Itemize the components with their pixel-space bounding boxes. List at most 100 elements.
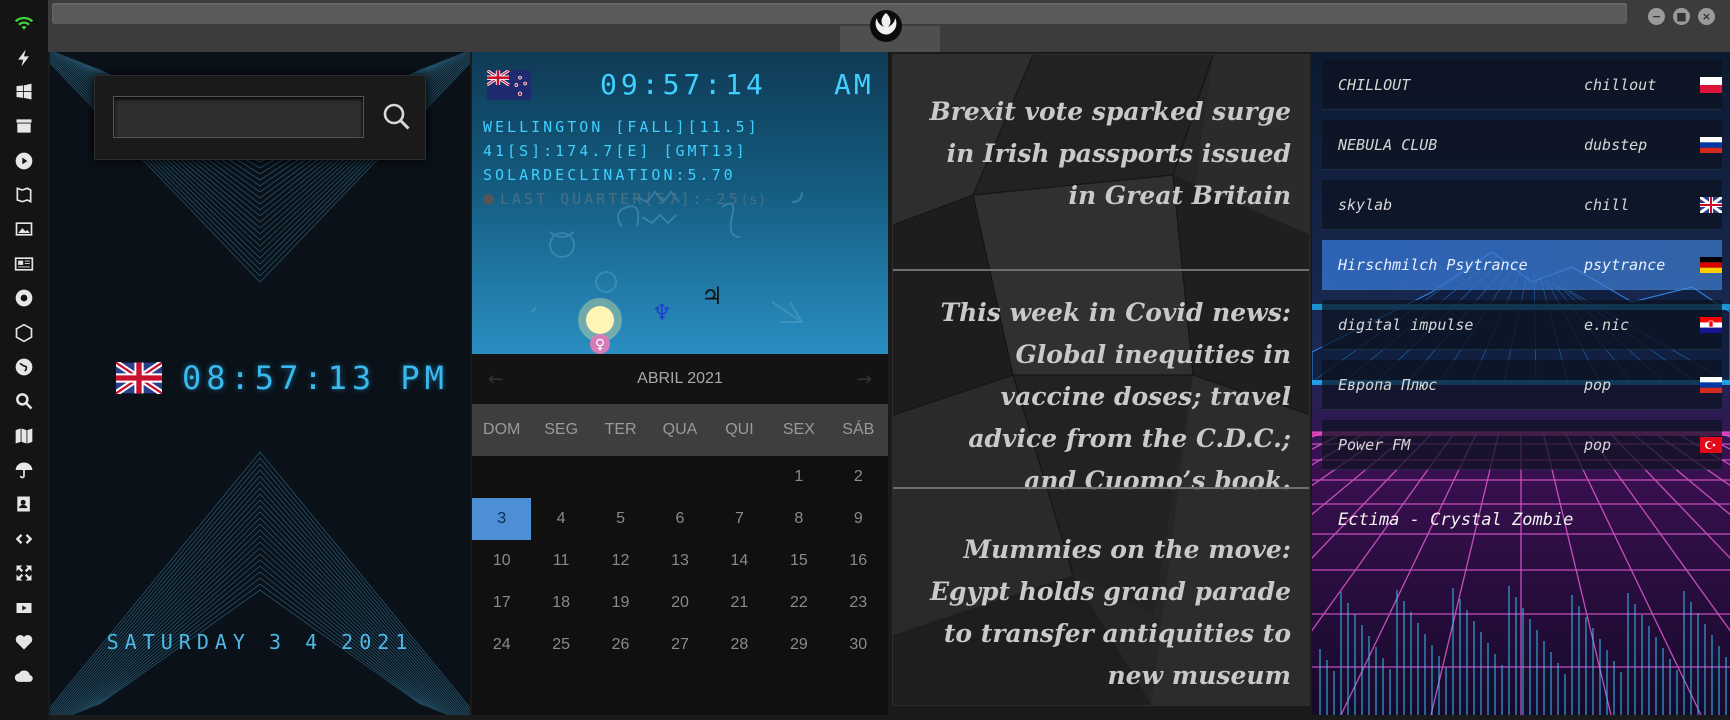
heart-icon[interactable] [13, 631, 35, 653]
calendar-day[interactable]: 15 [769, 540, 828, 582]
search-icon[interactable] [13, 390, 35, 412]
station-name: digital impulse [1338, 315, 1474, 334]
image-icon[interactable] [13, 218, 35, 240]
radio-panel: CHILLOUT chillout NEBULA CLUB dubstep skylab… [1312, 52, 1730, 715]
uk-time: 08:57:13 PM [182, 359, 449, 397]
map-icon[interactable] [13, 425, 35, 447]
calendar-day[interactable]: 20 [650, 582, 709, 624]
news-item[interactable]: This week in Covid news: Global inequiti… [921, 292, 1291, 502]
russia-flag-icon [1700, 136, 1722, 153]
calendar-day[interactable]: 28 [710, 624, 769, 666]
title-bar[interactable]: − ■ × [48, 0, 1730, 52]
youtube-icon[interactable] [13, 597, 35, 619]
calendar-day[interactable]: 19 [591, 582, 650, 624]
lightning-icon[interactable] [13, 47, 35, 69]
station-row[interactable]: skylab chill [1322, 180, 1722, 230]
calendar-day[interactable]: 16 [829, 540, 888, 582]
weekday-label: SEX [782, 421, 815, 438]
newspaper-icon[interactable] [13, 253, 35, 275]
station-row[interactable]: digital impulse e.nic [1322, 300, 1722, 350]
calendar-blank [650, 456, 709, 498]
calendar-day[interactable]: 23 [829, 582, 888, 624]
calendar-day[interactable]: 4 [531, 498, 590, 540]
calendar-day[interactable]: 30 [829, 624, 888, 666]
station-row[interactable]: CHILLOUT chillout [1322, 60, 1722, 110]
station-name: skylab [1338, 195, 1393, 214]
coords-line: 41[S]:174.7[E] [GMT13] [483, 142, 748, 160]
calendar-day[interactable]: 17 [472, 582, 531, 624]
windows-icon[interactable] [13, 81, 35, 103]
calendar-day[interactable]: 5 [591, 498, 650, 540]
calendar-day[interactable]: 29 [769, 624, 828, 666]
calendar-day[interactable]: 10 [472, 540, 531, 582]
station-name: Power FM [1338, 435, 1411, 454]
cloud-icon[interactable] [13, 665, 35, 687]
calendar-day-today[interactable]: 3 [472, 498, 532, 540]
calendar-day[interactable]: 24 [472, 624, 531, 666]
turkey-flag-icon [1700, 436, 1722, 453]
moon-text: LAST QUARTER[57]:-25 [500, 190, 741, 208]
calendar-day[interactable]: 13 [650, 540, 709, 582]
news-item[interactable]: Mummies on the move: Egypt holds grand p… [921, 529, 1291, 697]
next-month-button[interactable]: → [857, 369, 872, 390]
news-panel: Brexit vote sparked surge in Irish passp… [892, 54, 1310, 706]
minimize-button[interactable]: − [1648, 8, 1665, 25]
calendar-grid: 1 2 3 4 5 6 7 8 9 10 11 12 13 14 15 16 17 18 19 20 21 22 23 24 2… [472, 456, 888, 666]
play-icon[interactable] [13, 150, 35, 172]
calendar-day[interactable]: 8 [769, 498, 828, 540]
now-playing: Ectima - Crystal Zombie [1338, 510, 1574, 530]
calendar-day[interactable]: 12 [591, 540, 650, 582]
news-item[interactable]: Brexit vote sparked surge in Irish passp… [921, 91, 1291, 217]
uk-flag-icon [116, 362, 162, 394]
nz-time: 09:57:14 [600, 68, 767, 101]
calendar-day[interactable]: 18 [531, 582, 590, 624]
calendar-title: ABRIL 2021 [637, 370, 723, 387]
calendar-day[interactable]: 21 [710, 582, 769, 624]
station-row[interactable]: NEBULA CLUB dubstep [1322, 120, 1722, 170]
station-row[interactable]: Power FM pop [1322, 420, 1722, 470]
uk-clock: 08:57:13 PM [116, 359, 449, 397]
title-strip[interactable] [52, 3, 1627, 24]
wifi-icon[interactable] [13, 12, 35, 34]
clock-panel: 08:57:13 PM SATURDAY 3 4 2021 [50, 52, 470, 715]
calendar-day[interactable]: 26 [591, 624, 650, 666]
close-button[interactable]: × [1698, 8, 1715, 25]
calendar-day[interactable]: 9 [829, 498, 888, 540]
contacts-icon[interactable] [13, 493, 35, 515]
desktop-dashboard: − ■ × 08:57:13 PM SATURDAY 3 4 2021 ♀ ♆ … [0, 0, 1730, 720]
station-genre: chill [1584, 195, 1630, 214]
calendar-day[interactable]: 7 [710, 498, 769, 540]
calendar-day[interactable]: 1 [769, 456, 828, 498]
rebel-icon[interactable] [13, 287, 35, 309]
germany-flag-icon [1700, 256, 1722, 273]
russia-flag-icon [1700, 376, 1722, 393]
globe-icon[interactable] [13, 356, 35, 378]
expand-icon[interactable] [13, 562, 35, 584]
prev-month-button[interactable]: ← [488, 369, 503, 390]
umbrella-icon[interactable] [13, 459, 35, 481]
station-genre: pop [1584, 375, 1612, 394]
station-row[interactable]: Европа Плюс pop [1322, 360, 1722, 410]
weekday-label: QUA [662, 421, 698, 438]
calendar-day[interactable]: 14 [710, 540, 769, 582]
search-input[interactable] [113, 96, 364, 138]
calendar-day[interactable]: 22 [769, 582, 828, 624]
archive-icon[interactable] [13, 115, 35, 137]
solar-line: SOLARDECLINATION:5.70 [483, 166, 736, 184]
code-icon[interactable] [13, 528, 35, 550]
map-book-icon[interactable] [13, 184, 35, 206]
hexagon-icon[interactable] [13, 322, 35, 344]
calendar-day[interactable]: 27 [650, 624, 709, 666]
calendar-day[interactable]: 2 [829, 456, 888, 498]
calendar-day[interactable]: 6 [650, 498, 709, 540]
calendar-day[interactable]: 25 [531, 624, 590, 666]
weekday-label: SÁB [842, 421, 875, 438]
calendar-blank [710, 456, 769, 498]
maximize-button[interactable]: ■ [1673, 8, 1690, 25]
calendar-day[interactable]: 11 [531, 540, 590, 582]
nz-ampm: AM [834, 68, 874, 101]
weekday-label: SEG [544, 421, 579, 438]
search-icon[interactable] [381, 101, 413, 133]
sky-widget: ♀ ♆ ♃ 09:57:14 AM WELLINGTON [FALL][11.5… [472, 52, 888, 354]
station-row[interactable]: Hirschmilch Psytrance psytrance [1322, 240, 1722, 290]
